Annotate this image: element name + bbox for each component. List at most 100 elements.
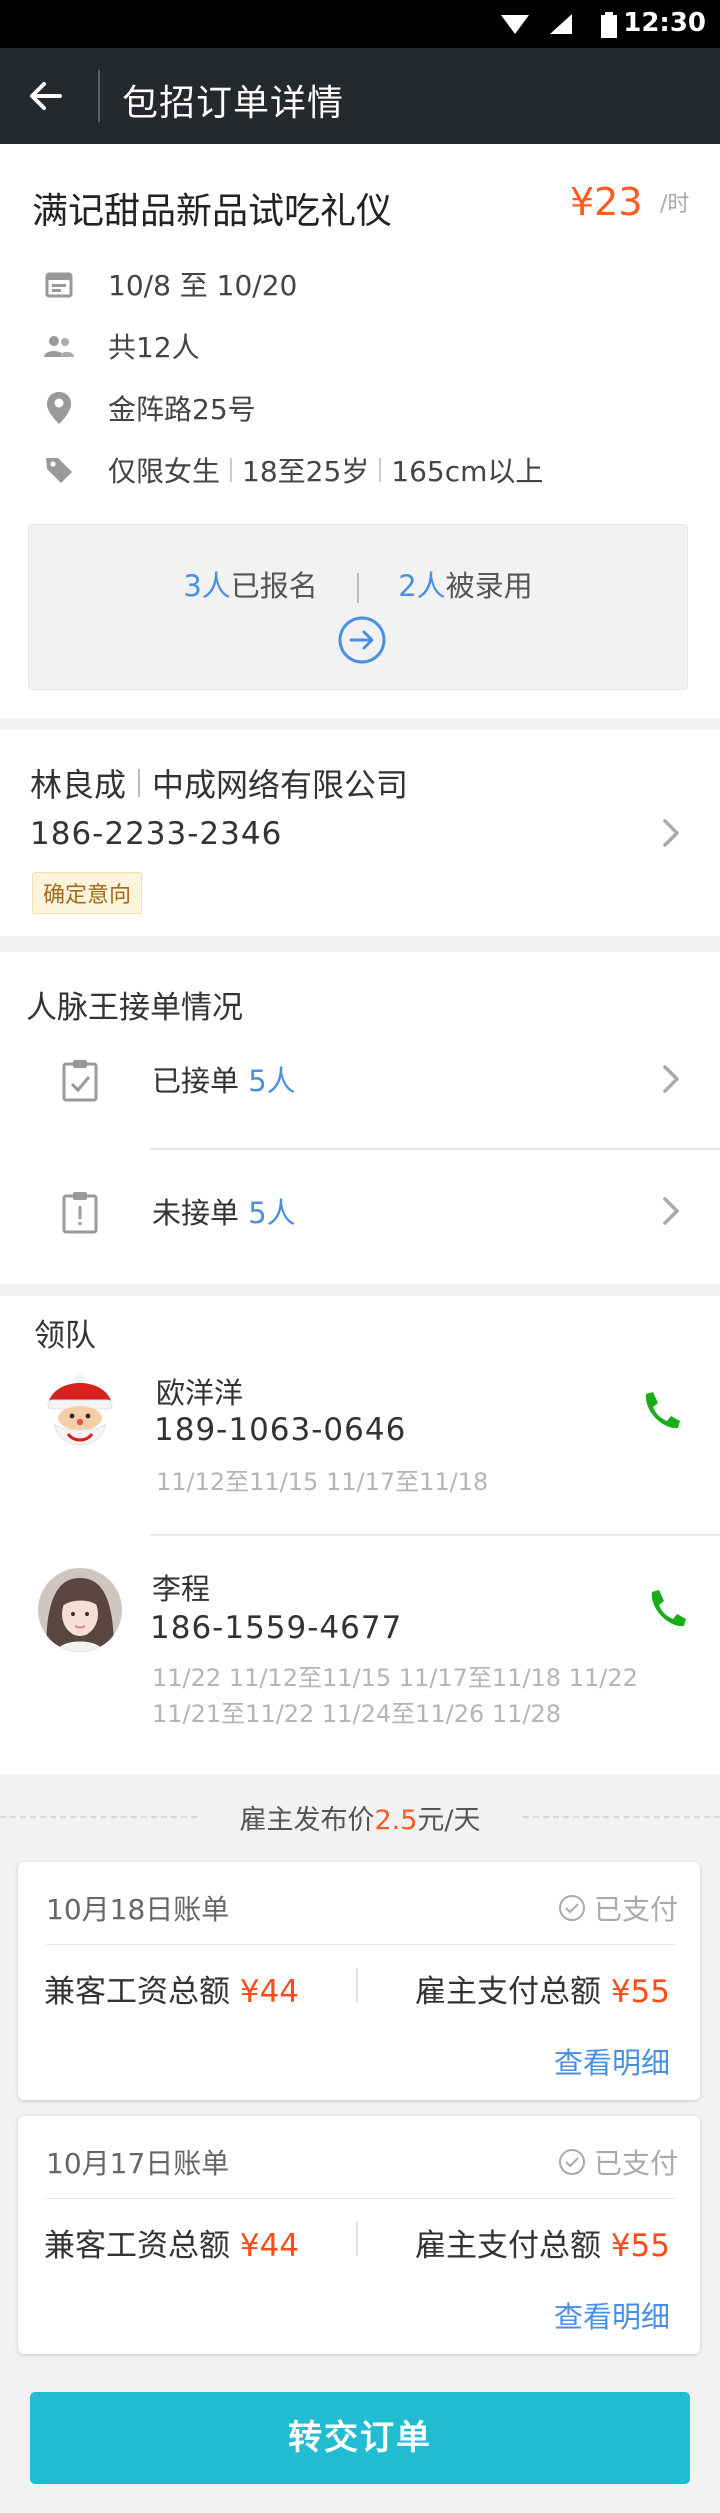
wage-total-amount: ¥44 <box>239 1974 300 2010</box>
employer-phone: 186-2233-2346 <box>30 816 283 852</box>
employer-separator <box>138 769 141 797</box>
row-divider <box>150 1148 720 1150</box>
wage-total-amount: ¥44 <box>239 2228 300 2264</box>
chevron-right-icon[interactable] <box>660 1062 682 1096</box>
leader-phone: 189-1063-0646 <box>154 1412 407 1448</box>
requirement-separator <box>379 458 382 482</box>
wage-total: 兼客工资总额 ¥44 <box>44 2220 299 2265</box>
requirement-gender: 仅限女生 <box>108 455 221 488</box>
leaders-heading: 领队 <box>34 1318 96 1354</box>
employer-contact-card[interactable]: 林良成 中成网络有限公司 186-2233-2346 确定意向 <box>0 730 720 936</box>
enrolled-label: 已报名 <box>230 569 318 603</box>
employer-pay-total: 雇主支付总额 ¥55 <box>415 2220 670 2265</box>
leader-phone: 186-1559-4677 <box>150 1610 403 1646</box>
clipboard-alert-icon <box>62 1192 98 1234</box>
employer-price-text: 雇主发布价2.5元/天 <box>200 1798 520 1837</box>
accepted-count: 5人 <box>248 1064 296 1098</box>
employer-company: 中成网络有限公司 <box>152 766 409 804</box>
leader-name: 欧洋洋 <box>156 1376 244 1410</box>
avatar <box>38 1568 122 1652</box>
team-leaders-card: 领队 欧洋洋 189-1063-0646 11/12至11/15 11/17至1… <box>0 1296 720 1774</box>
job-title: 满记甜品新品试吃礼仪 <box>32 191 393 232</box>
view-details-link[interactable]: 查看明细 <box>554 2294 670 2336</box>
bill-status: 已支付 <box>558 1888 678 1928</box>
acceptance-heading: 人脉王接单情况 <box>26 990 243 1026</box>
back-arrow-icon[interactable] <box>26 76 66 116</box>
wage-total-label: 兼客工资总额 <box>44 1974 230 2010</box>
wifi-icon <box>501 15 529 34</box>
order-acceptance-card: 人脉王接单情况 已接单 5人 未接单 5人 <box>0 952 720 1284</box>
bill-amount-divider <box>356 2222 358 2256</box>
leader-dates-line-1: 11/22 11/12至11/15 11/17至11/18 11/22 <box>152 1664 638 1692</box>
pending-label: 未接单 <box>152 1196 240 1230</box>
chevron-right-icon[interactable] <box>660 816 682 850</box>
view-details-link[interactable]: 查看明细 <box>554 2040 670 2082</box>
employer-name: 林良成 <box>30 766 127 804</box>
wage-total-label: 兼客工资总额 <box>44 2228 230 2264</box>
clock: 12:30 <box>623 8 706 38</box>
intent-badge: 确定意向 <box>32 872 143 914</box>
job-dates: 10/8 至 10/20 <box>108 269 298 302</box>
phone-call-icon[interactable] <box>638 1388 682 1432</box>
wage-total: 兼客工资总额 ¥44 <box>44 1966 299 2011</box>
hired-count: 2人 <box>398 569 446 603</box>
transfer-order-button[interactable]: 转交订单 <box>30 2392 690 2484</box>
check-circle-icon <box>558 2149 585 2175</box>
job-price: ¥23 <box>570 180 643 224</box>
pay-total-label: 雇主支付总额 <box>414 1974 601 2010</box>
job-address: 金阵路25号 <box>108 393 256 426</box>
price-unit: /时 <box>660 192 690 217</box>
tag-icon <box>46 458 72 483</box>
job-info-card: 满记甜品新品试吃礼仪 ¥23 /时 10/8 至 10/20 共12人 金阵路2… <box>0 144 720 718</box>
bill-divider <box>46 1944 676 1945</box>
enrolled-count: 3人 <box>183 569 231 603</box>
pending-orders-row[interactable]: 未接单 5人 <box>0 1166 720 1256</box>
bill-status-label: 已支付 <box>593 2147 678 2180</box>
job-dates-row: 10/8 至 10/20 <box>40 264 297 304</box>
bill-date: 10月18日账单 <box>46 1893 230 1926</box>
chevron-right-icon[interactable] <box>660 1194 682 1228</box>
row-divider <box>150 1534 720 1536</box>
bill-date: 10月17日账单 <box>46 2147 230 2180</box>
location-pin-icon <box>47 392 71 424</box>
bill-card: 10月17日账单 已支付 兼客工资总额 ¥44 雇主支付总额 ¥55 查看明细 <box>18 2116 700 2354</box>
avatar <box>38 1370 122 1454</box>
pay-total-amount: ¥55 <box>610 2228 670 2264</box>
bill-card: 10月18日账单 已支付 兼客工资总额 ¥44 雇主支付总额 ¥55 查看明细 <box>18 1862 700 2100</box>
pay-total-amount: ¥55 <box>610 1974 670 2010</box>
arrow-right-circle-icon[interactable] <box>337 615 387 665</box>
employer-price-bar: 雇主发布价2.5元/天 <box>0 1774 720 1860</box>
pay-total-label: 雇主支付总额 <box>414 2228 601 2264</box>
job-headcount-row: 共12人 <box>40 326 200 366</box>
employer-pay-total: 雇主支付总额 ¥55 <box>415 1966 670 2011</box>
app-bar: 包招订单详情 <box>0 48 720 144</box>
signal-icon <box>550 14 572 34</box>
battery-icon <box>601 12 617 38</box>
clipboard-check-icon <box>62 1060 98 1102</box>
accepted-orders-row[interactable]: 已接单 5人 <box>0 1034 720 1124</box>
check-circle-icon <box>558 1895 585 1921</box>
app-bar-divider <box>98 70 100 122</box>
people-icon <box>44 336 74 357</box>
bill-status: 已支付 <box>558 2142 678 2182</box>
job-address-row: 金阵路25号 <box>40 388 256 428</box>
user-photo-avatar-icon <box>38 1568 122 1652</box>
calendar-icon <box>45 272 73 298</box>
santa-avatar-icon <box>38 1370 122 1454</box>
enrollment-summary[interactable]: 3人已报名 2人被录用 <box>28 524 688 690</box>
leader-dates-line-2: 11/21至11/22 11/24至11/26 11/28 <box>152 1700 562 1728</box>
employer-price-suffix: 元/天 <box>417 1805 481 1836</box>
status-bar: 12:30 <box>0 0 720 48</box>
page-title: 包招订单详情 <box>122 83 345 124</box>
phone-call-icon[interactable] <box>644 1586 688 1630</box>
requirement-separator <box>230 458 233 482</box>
leader-dates-line-1: 11/12至11/15 11/17至11/18 <box>156 1468 489 1496</box>
hired-label: 被录用 <box>445 569 533 603</box>
leader-name: 李程 <box>152 1572 211 1606</box>
bill-amount-divider <box>356 1968 358 2002</box>
bill-status-label: 已支付 <box>593 1893 678 1926</box>
employer-price-value: 2.5 <box>374 1805 418 1836</box>
enrollment-divider <box>357 573 359 603</box>
accepted-label: 已接单 <box>152 1064 240 1098</box>
employer-price-prefix: 雇主发布价 <box>239 1805 375 1836</box>
